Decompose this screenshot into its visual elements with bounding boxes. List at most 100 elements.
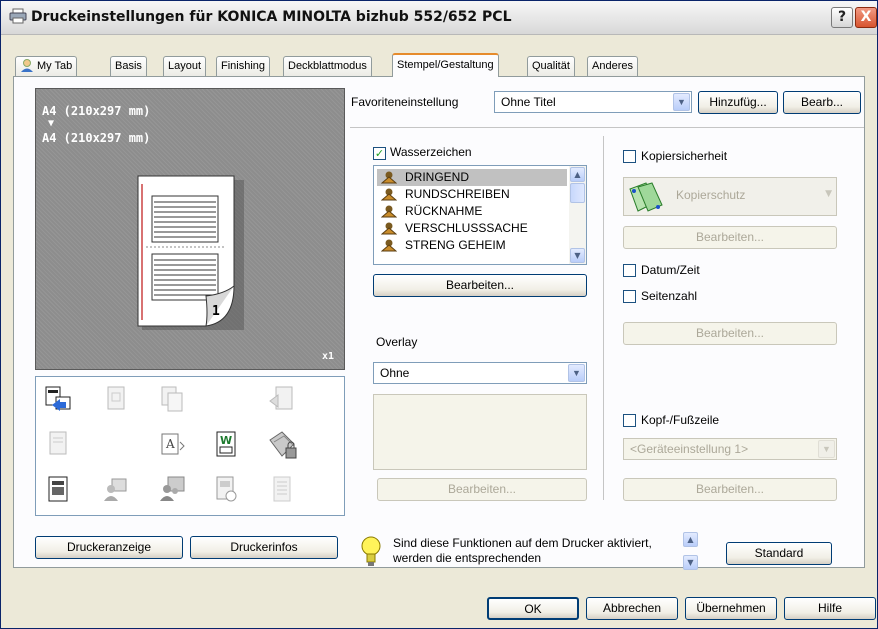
scrollbar[interactable]: ▲ ▼ (569, 166, 586, 264)
scheduled-document-icon (212, 475, 240, 503)
overlay-label: Overlay (376, 335, 418, 349)
date-page-edit-button[interactable]: Bearbeiten... (623, 322, 837, 345)
add-favorite-button[interactable]: Hinzufüg... (698, 91, 778, 114)
tab-my-tab[interactable]: My Tab (15, 56, 78, 76)
overlay-list (373, 394, 587, 470)
user-print-icon (102, 475, 130, 503)
tab-label: Layout (168, 60, 202, 72)
tab-finishing[interactable]: Finishing (216, 56, 271, 76)
chevron-down-icon: ▼ (825, 189, 832, 199)
ok-button[interactable]: OK (487, 597, 579, 620)
chevron-down-icon[interactable]: ▼ (568, 364, 585, 382)
tab-label: Finishing (221, 60, 266, 72)
chevron-down-icon[interactable]: ▼ (673, 93, 690, 111)
list-item[interactable]: RUNDSCHREIBEN (377, 186, 567, 203)
output-paper-size: A4 (210x297 mm) (42, 131, 151, 145)
watermark-list[interactable]: DRINGEND RUNDSCHREIBEN RÜCKNAHME VERSCHL… (373, 165, 587, 265)
word-document-icon: W (212, 430, 240, 458)
watermark-item-label: STRENG GEHEIM (405, 238, 506, 252)
tab-label: Qualität (532, 60, 570, 72)
tab-label: My Tab (37, 60, 73, 72)
document-print-icon (44, 385, 72, 413)
printer-info-button[interactable]: Druckerinfos (190, 536, 338, 559)
list-item[interactable]: DRINGEND (377, 169, 567, 186)
copy-security-value: Kopierschutz (676, 188, 746, 202)
source-paper-size: A4 (210x297 mm) (42, 104, 151, 118)
watermark-item-label: DRINGEND (405, 170, 470, 184)
copy-security-edit-button[interactable]: Bearbeiten... (623, 226, 837, 249)
standard-button[interactable]: Standard (726, 542, 832, 565)
list-item[interactable]: VERSCHLUSSSACHE (377, 220, 567, 237)
scroll-thumb[interactable] (570, 183, 585, 203)
scroll-down-icon[interactable]: ▼ (570, 248, 585, 263)
tab-basis[interactable]: Basis (110, 56, 147, 76)
watermark-item-label: VERSCHLUSSSACHE (405, 221, 528, 235)
date-time-checkbox[interactable] (623, 264, 636, 277)
multi-user-icon (158, 475, 186, 503)
secure-document-icon (268, 430, 297, 459)
booklet-icon (102, 385, 130, 413)
overlay-value: Ohne (380, 366, 410, 380)
info-scrollbar[interactable]: ▲ ▼ (682, 532, 699, 572)
stack-pages-icon (44, 430, 72, 458)
tab-anderes[interactable]: Anderes (587, 56, 638, 76)
list-item[interactable]: RÜCKNAHME (377, 203, 567, 220)
cancel-button[interactable]: Abbrechen (586, 597, 678, 620)
overlay-select[interactable]: Ohne ▼ (373, 362, 587, 384)
info-text-line: Sind diese Funktionen auf dem Drucker ak… (393, 536, 652, 550)
font-substitute-icon: A (158, 430, 186, 458)
page-preview: A4 (210x297 mm) ▼ A4 (210x297 mm) 1 x1 (35, 88, 345, 370)
header-footer-edit-button[interactable]: Bearbeiten... (623, 478, 837, 501)
printer-view-button[interactable]: Druckeranzeige (35, 536, 183, 559)
tab-label: Basis (115, 60, 142, 72)
copies-count: x1 (322, 351, 335, 362)
watermark-edit-button[interactable]: Bearbeiten... (373, 274, 587, 297)
stamp-icon (380, 239, 398, 257)
info-text: Sind diese Funktionen auf dem Drucker ak… (393, 536, 683, 566)
page-number-checkbox[interactable] (623, 290, 636, 303)
tab-stempel-gestaltung[interactable]: Stempel/Gestaltung (392, 53, 499, 77)
scroll-up-icon[interactable]: ▲ (683, 532, 698, 547)
title-bar[interactable]: Druckeinstellungen für KONICA MINOLTA bi… (1, 1, 877, 35)
apply-button[interactable]: Übernehmen (685, 597, 777, 620)
close-button[interactable]: X (855, 7, 877, 28)
arrow-down-icon: ▼ (48, 118, 55, 129)
page-illustration (136, 174, 256, 337)
tab-deckblattmodus[interactable]: Deckblattmodus (283, 56, 372, 76)
watermark-item-label: RUNDSCHREIBEN (405, 187, 510, 201)
scroll-down-icon[interactable]: ▼ (683, 555, 698, 570)
feature-icon-panel: A W (35, 376, 345, 516)
watermark-item-label: RÜCKNAHME (405, 204, 483, 218)
tab-qualitaet[interactable]: Qualität (527, 56, 575, 76)
header-footer-checkbox[interactable] (623, 414, 636, 427)
header-footer-value: <Geräteeinstellung 1> (630, 442, 749, 456)
edit-favorite-button[interactable]: Bearb... (783, 91, 861, 114)
list-item[interactable]: STRENG GEHEIM (377, 237, 567, 254)
help-button[interactable]: Hilfe (784, 597, 876, 620)
page-number-label: 1 (212, 304, 220, 319)
copy-pages-icon (158, 385, 186, 413)
overlay-edit-button[interactable]: Bearbeiten... (377, 478, 587, 501)
watermark-checkbox[interactable]: ✓ (373, 147, 386, 160)
tab-label: Deckblattmodus (288, 60, 367, 72)
print-document-icon (44, 475, 72, 503)
header-footer-select[interactable]: <Geräteeinstellung 1> ▼ (623, 438, 837, 460)
tab-label: Stempel/Gestaltung (397, 59, 494, 71)
chevron-down-icon: ▼ (818, 440, 835, 458)
info-text-line: werden die entsprechenden (393, 551, 542, 565)
date-time-label: Datum/Zeit (641, 263, 700, 277)
page-number-label: Seitenzahl (641, 289, 698, 303)
help-title-button[interactable]: ? (831, 7, 853, 28)
favorites-label: Favoriteneinstellung (351, 95, 459, 109)
header-footer-label: Kopf-/Fußzeile (641, 413, 720, 427)
svg-text:A: A (165, 437, 175, 451)
favorites-select[interactable]: Ohne Titel ▼ (494, 91, 692, 113)
scroll-up-icon[interactable]: ▲ (570, 167, 585, 182)
copy-security-checkbox[interactable] (623, 150, 636, 163)
tab-layout[interactable]: Layout (163, 56, 207, 76)
copy-security-select: Kopierschutz ▼ (623, 177, 837, 216)
rotate-page-icon (268, 385, 296, 413)
lightbulb-icon (360, 535, 382, 572)
copy-security-label: Kopiersicherheit (641, 149, 728, 163)
divider (603, 136, 604, 500)
